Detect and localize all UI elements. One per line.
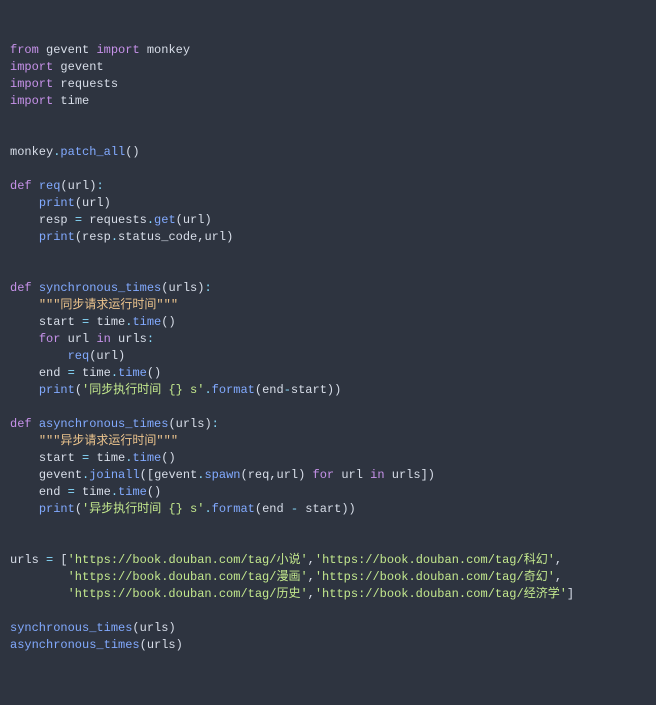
line-7: monkey.patch_all() <box>10 145 140 159</box>
line-1: from gevent import monkey <box>10 43 190 57</box>
line-28: print('异步执行时间 {} s'.format(end - start)) <box>10 502 356 516</box>
line-9: def req(url): <box>10 179 104 193</box>
line-21: print('同步执行时间 {} s'.format(end-start)) <box>10 383 341 397</box>
line-23: def asynchronous_times(urls): <box>10 417 219 431</box>
line-18: for url in urls: <box>10 332 154 346</box>
line-24: """异步请求运行时间""" <box>10 434 178 448</box>
line-3: import requests <box>10 77 118 91</box>
line-15: def synchronous_times(urls): <box>10 281 212 295</box>
line-4: import time <box>10 94 89 108</box>
line-25: start = time.time() <box>10 451 176 465</box>
line-11: resp = requests.get(url) <box>10 213 212 227</box>
line-31c: 'https://book.douban.com/tag/历史','https:… <box>10 587 574 601</box>
line-34: asynchronous_times(urls) <box>10 638 183 652</box>
line-20: end = time.time() <box>10 366 161 380</box>
line-12: print(resp.status_code,url) <box>10 230 233 244</box>
line-27: end = time.time() <box>10 485 161 499</box>
line-31b: 'https://book.douban.com/tag/漫画','https:… <box>10 570 562 584</box>
line-26: gevent.joinall([gevent.spawn(req,url) fo… <box>10 468 435 482</box>
line-31a: urls = ['https://book.douban.com/tag/小说'… <box>10 553 562 567</box>
line-16: """同步请求运行时间""" <box>10 298 178 312</box>
code-block: from gevent import monkey import gevent … <box>10 42 646 654</box>
line-10: print(url) <box>10 196 111 210</box>
line-2: import gevent <box>10 60 104 74</box>
line-33: synchronous_times(urls) <box>10 621 176 635</box>
line-17: start = time.time() <box>10 315 176 329</box>
line-19: req(url) <box>10 349 125 363</box>
